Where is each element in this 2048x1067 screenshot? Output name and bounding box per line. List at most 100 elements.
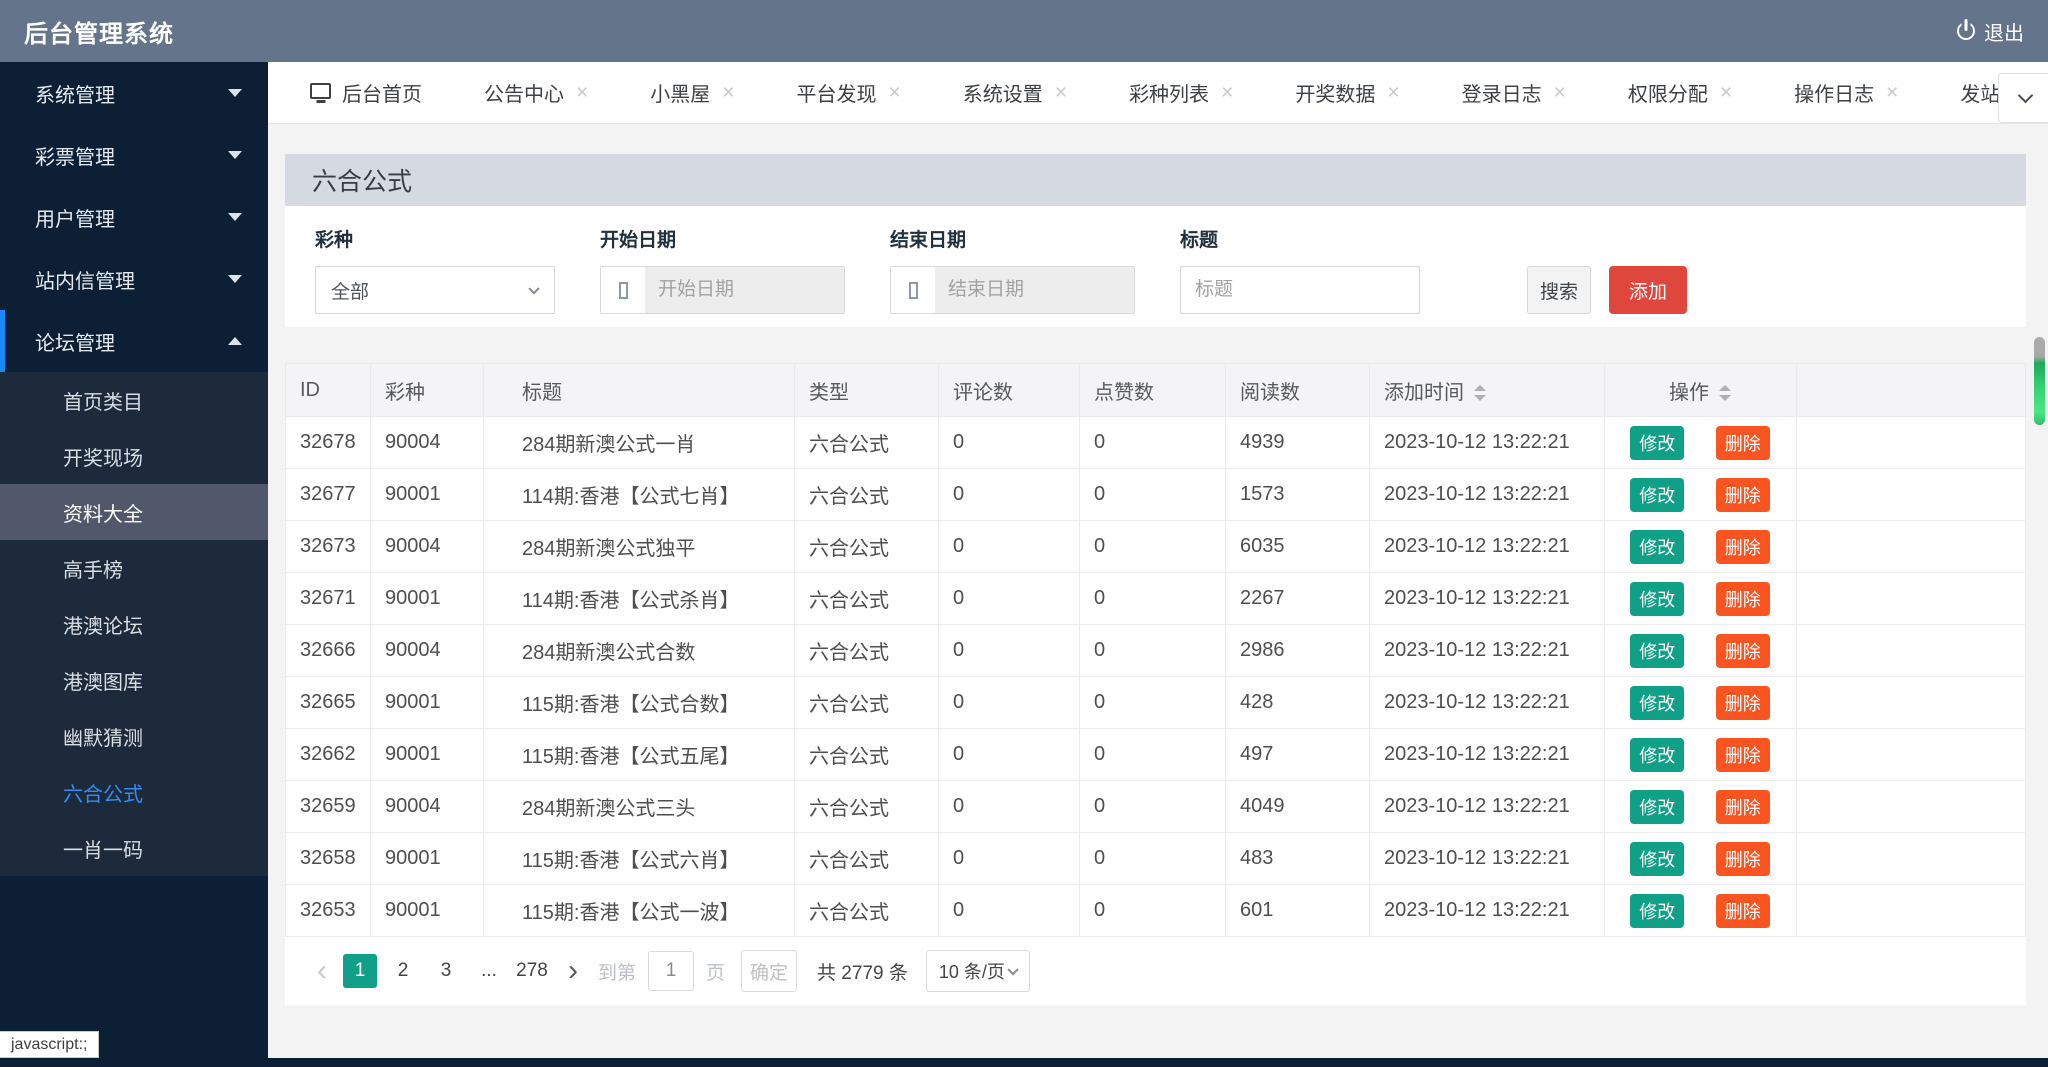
- sort-icon[interactable]: [1474, 385, 1486, 401]
- submenu-item[interactable]: 资料大全: [0, 484, 268, 540]
- cell-time: 2023-10-12 13:22:21: [1370, 521, 1605, 573]
- delete-button[interactable]: 删除: [1716, 426, 1770, 460]
- delete-button[interactable]: 删除: [1716, 842, 1770, 876]
- edit-button[interactable]: 修改: [1630, 582, 1684, 616]
- submenu-item[interactable]: 幽默猜测: [0, 708, 268, 764]
- tab[interactable]: 小黑屋 ×: [650, 78, 734, 107]
- edit-button[interactable]: 修改: [1630, 634, 1684, 668]
- confirm-button[interactable]: 确定: [741, 950, 797, 992]
- sort-icon[interactable]: [1719, 385, 1731, 401]
- delete-button[interactable]: 删除: [1716, 530, 1770, 564]
- close-icon[interactable]: ×: [1387, 81, 1399, 105]
- column-reads: 阅读数: [1226, 364, 1370, 417]
- title-input[interactable]: [1180, 266, 1420, 314]
- lottery-select-value: 全部: [331, 277, 369, 304]
- start-date-group: 开始日期: [600, 220, 845, 314]
- close-icon[interactable]: ×: [1055, 81, 1067, 105]
- page-size-select[interactable]: 10 条/页: [926, 950, 1030, 992]
- cell-title: 284期新澳公式一肖: [484, 417, 795, 469]
- submenu-item[interactable]: 首页类目: [0, 372, 268, 428]
- pagination-page[interactable]: ...: [472, 954, 506, 988]
- tab-overflow-button[interactable]: [1998, 73, 2048, 123]
- cell-title: 115期:香港【公式一波】: [484, 885, 795, 937]
- end-date-group: 结束日期: [890, 220, 1135, 314]
- date-glyph-icon: [909, 282, 918, 299]
- edit-button[interactable]: 修改: [1630, 478, 1684, 512]
- edit-button[interactable]: 修改: [1630, 686, 1684, 720]
- tab[interactable]: 系统设置 ×: [963, 78, 1067, 107]
- close-icon[interactable]: ×: [576, 81, 588, 105]
- pagination-page[interactable]: 278: [515, 954, 549, 988]
- submenu-item[interactable]: 港澳论坛: [0, 596, 268, 652]
- tab[interactable]: 后台首页: [310, 78, 422, 107]
- submenu-item[interactable]: 高手榜: [0, 540, 268, 596]
- delete-button[interactable]: 删除: [1716, 478, 1770, 512]
- end-date-input[interactable]: [935, 278, 1134, 302]
- sidebar-item[interactable]: 站内信管理: [0, 248, 268, 310]
- tab[interactable]: 平台发现 ×: [797, 78, 901, 107]
- edit-button[interactable]: 修改: [1630, 842, 1684, 876]
- sidebar-item[interactable]: 系统管理: [0, 62, 268, 124]
- pagination-page[interactable]: 2: [386, 954, 420, 988]
- pagination-page[interactable]: 3: [429, 954, 463, 988]
- sidebar-item[interactable]: 彩票管理: [0, 124, 268, 186]
- cell-time: 2023-10-12 13:22:21: [1370, 885, 1605, 937]
- submenu-item[interactable]: 港澳图库: [0, 652, 268, 708]
- goto-suffix-label: 页: [706, 958, 725, 985]
- close-icon[interactable]: ×: [889, 81, 901, 105]
- status-bar: javascript:;: [0, 1031, 99, 1058]
- sidebar-item[interactable]: 论坛管理: [0, 310, 268, 372]
- edit-button[interactable]: 修改: [1630, 530, 1684, 564]
- tab[interactable]: 操作日志 ×: [1794, 78, 1898, 107]
- tab[interactable]: 公告中心 ×: [484, 78, 588, 107]
- column-time-label: 添加时间: [1384, 382, 1464, 404]
- close-icon[interactable]: ×: [1886, 81, 1898, 105]
- goto-page-input[interactable]: [648, 951, 694, 991]
- close-icon[interactable]: ×: [1554, 81, 1566, 105]
- sidebar-item-label: 论坛管理: [35, 327, 115, 356]
- cell-time: 2023-10-12 13:22:21: [1370, 469, 1605, 521]
- pagination-next[interactable]: ›: [568, 956, 578, 986]
- pagination-page[interactable]: 1: [343, 954, 377, 988]
- delete-button[interactable]: 删除: [1716, 738, 1770, 772]
- close-icon[interactable]: ×: [722, 81, 734, 105]
- desktop-icon: [310, 83, 331, 99]
- edit-button[interactable]: 修改: [1630, 738, 1684, 772]
- close-icon[interactable]: ×: [1720, 81, 1732, 105]
- start-date-input[interactable]: [645, 278, 844, 302]
- logout-button[interactable]: 退出: [1953, 17, 2024, 46]
- edit-button[interactable]: 修改: [1630, 426, 1684, 460]
- delete-button[interactable]: 删除: [1716, 790, 1770, 824]
- search-button[interactable]: 搜索: [1527, 266, 1591, 314]
- edit-button[interactable]: 修改: [1630, 894, 1684, 928]
- cell-filler: [1797, 885, 2026, 937]
- add-button[interactable]: 添加: [1609, 266, 1687, 314]
- pagination-prev[interactable]: ‹: [317, 956, 327, 986]
- tab[interactable]: 开奖数据 ×: [1295, 78, 1399, 107]
- status-bar-text: javascript:;: [11, 1036, 87, 1054]
- tab[interactable]: 权限分配 ×: [1628, 78, 1732, 107]
- cell-title: 284期新澳公式合数: [484, 625, 795, 677]
- delete-button[interactable]: 删除: [1716, 582, 1770, 616]
- scrollbar-thumb[interactable]: [2034, 337, 2045, 425]
- cell-actions: 修改 删除: [1605, 781, 1797, 833]
- delete-button[interactable]: 删除: [1716, 686, 1770, 720]
- delete-button[interactable]: 删除: [1716, 894, 1770, 928]
- tab[interactable]: 登录日志 ×: [1462, 78, 1566, 107]
- table-row: 32677 90001 114期:香港【公式七肖】 六合公式 0 0 1573 …: [286, 469, 2026, 521]
- submenu-item[interactable]: 一肖一码: [0, 820, 268, 876]
- submenu-item[interactable]: 开奖现场: [0, 428, 268, 484]
- delete-button[interactable]: 删除: [1716, 634, 1770, 668]
- data-table: ID 彩种 标题 类型 评论数 点赞数 阅读数 添加时间 操作: [285, 363, 2026, 937]
- edit-button[interactable]: 修改: [1630, 790, 1684, 824]
- close-icon[interactable]: ×: [1221, 81, 1233, 105]
- lottery-select[interactable]: 全部: [315, 266, 555, 314]
- sidebar-item[interactable]: 用户管理: [0, 186, 268, 248]
- lottery-filter-group: 彩种 全部: [315, 220, 555, 314]
- cell-filler: [1797, 573, 2026, 625]
- cell-likes: 0: [1080, 573, 1226, 625]
- tab[interactable]: 彩种列表 ×: [1129, 78, 1233, 107]
- table-row: 32666 90004 284期新澳公式合数 六合公式 0 0 2986 202…: [286, 625, 2026, 677]
- tab-bar: 后台首页 公告中心 × 小黑屋 × 平台发现 × 系统设置 × 彩种列表: [268, 62, 2048, 124]
- submenu-item[interactable]: 六合公式: [0, 764, 268, 820]
